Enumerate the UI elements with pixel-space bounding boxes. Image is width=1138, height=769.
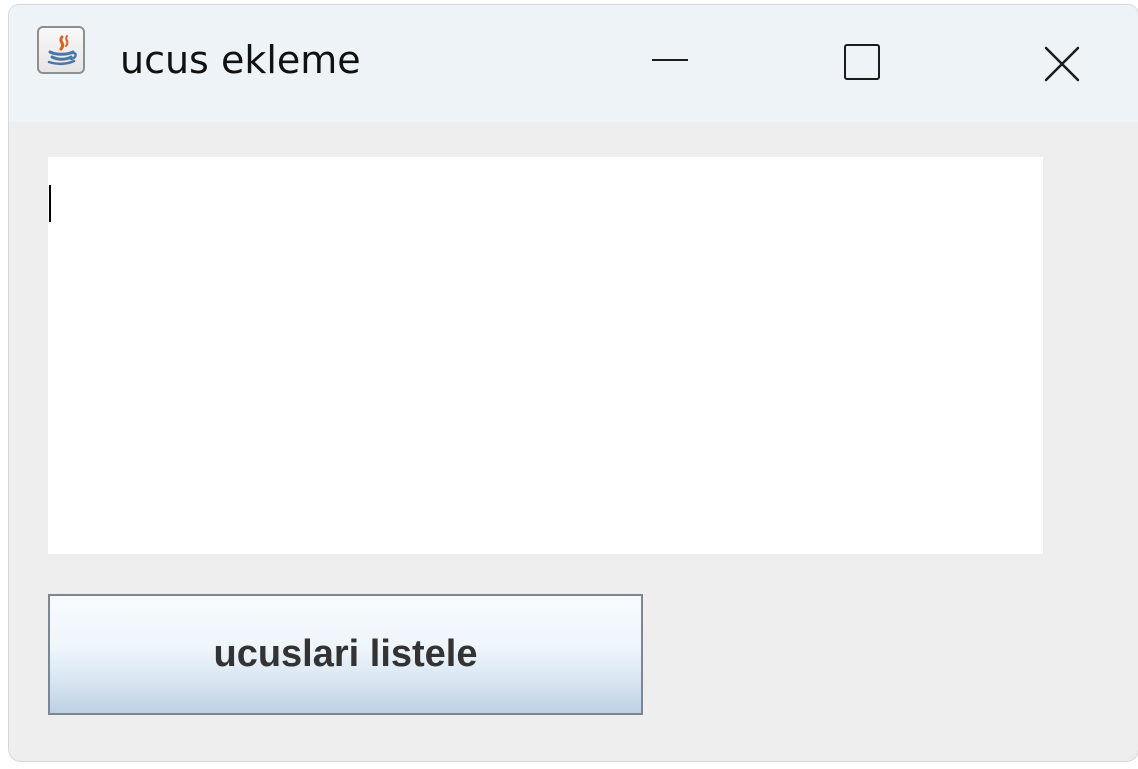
text-cursor bbox=[49, 185, 51, 222]
minimize-button[interactable] bbox=[605, 5, 735, 122]
app-window: ucus ekleme ucuslari listele bbox=[9, 5, 1138, 761]
maximize-icon bbox=[844, 43, 880, 80]
java-coffee-icon bbox=[37, 26, 85, 74]
title-bar[interactable]: ucus ekleme bbox=[9, 5, 1138, 122]
text-area[interactable] bbox=[48, 157, 1043, 554]
minimize-icon bbox=[652, 58, 688, 61]
window-title: ucus ekleme bbox=[120, 38, 361, 82]
list-flights-button[interactable]: ucuslari listele bbox=[48, 594, 643, 715]
maximize-button[interactable] bbox=[797, 5, 927, 122]
close-button[interactable] bbox=[985, 5, 1138, 122]
close-icon bbox=[1044, 46, 1079, 81]
